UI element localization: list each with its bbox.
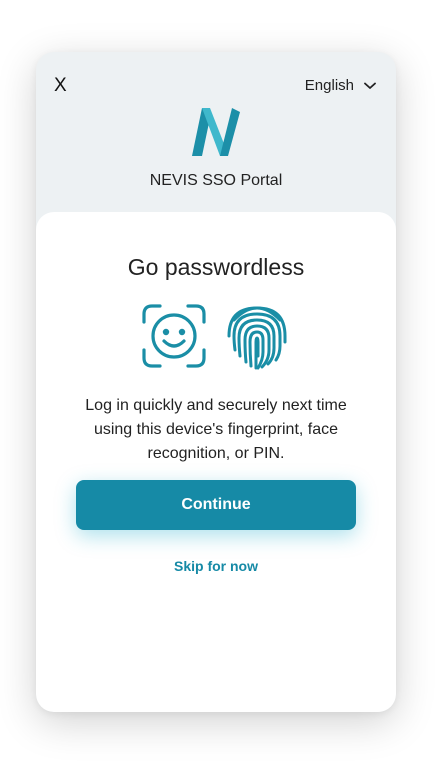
language-selector[interactable]: English [305,76,376,96]
continue-button[interactable]: Continue [76,480,356,530]
card-title: Go passwordless [127,254,305,280]
card-description: Log in quickly and securely next time us… [85,397,347,462]
chevron-down-icon [364,82,376,89]
close-button[interactable]: X [54,76,67,96]
passwordless-card: Go passwordless Log in quickly and secur… [36,212,396,712]
brand-name: NEVIS SSO Portal [149,172,283,189]
nevis-logo [192,108,240,156]
skip-link[interactable]: Skip for now [36,558,396,574]
face-recognition-icon [142,304,206,368]
language-label: English [304,77,354,94]
passwordless-dialog: X English NEVIS SSO Portal Go passwordle… [36,52,396,712]
fingerprint-icon [227,306,287,370]
